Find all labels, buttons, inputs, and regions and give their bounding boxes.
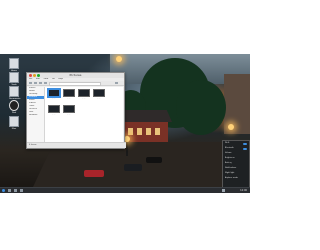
file-manager-window[interactable]: Pictures File Edit View Go Help Places H… [26,72,126,149]
menu-file[interactable]: File [29,78,32,80]
window-title: Pictures [69,73,82,77]
file-item[interactable]: wallpaper3 [77,89,91,103]
desktop-icon-documents[interactable]: Documents [9,86,20,100]
image-thumbnail [63,89,75,97]
wallpaper-light [116,56,122,62]
status-bar: 6 items [27,142,126,148]
sidebar-item-network[interactable]: Network [27,114,44,117]
clock[interactable]: 12:00 [240,188,247,193]
toolbar [27,81,124,86]
location-bar[interactable] [49,82,101,86]
menu-go[interactable]: Go [52,78,55,80]
wallpaper-car [124,164,142,171]
search-icon[interactable] [115,82,118,84]
file-item[interactable]: wallpaper6 [62,105,76,119]
file-item[interactable]: wallpaper4 [92,89,106,103]
desktop-icon-trash[interactable]: Trash [9,72,19,86]
wallpaper-car [146,157,162,163]
quick-setting-row[interactable]: Airplane mode [223,176,249,181]
desktop-icon-home[interactable]: Home [9,58,19,72]
network-icon[interactable] [222,189,225,192]
image-thumbnail [78,89,90,97]
desktop-icon-files[interactable]: Files [9,116,19,130]
terminal-taskbar-icon[interactable] [20,189,23,192]
image-thumbnail [48,105,60,113]
image-thumbnail [93,89,105,97]
taskbar: 12:00 [0,187,250,193]
file-grid: wallpaper1 wallpaper2 wallpaper3 wallpap… [45,87,123,142]
refresh-icon[interactable] [44,82,47,84]
menu-view[interactable]: View [44,78,49,80]
wallpaper-red-building [120,110,172,144]
image-thumbnail [48,89,60,97]
wallpaper-tree [176,80,226,135]
desktop-icon-disk[interactable]: Disk [9,100,19,114]
browser-taskbar-icon[interactable] [14,189,17,192]
file-item[interactable]: wallpaper1 [47,89,61,103]
quick-settings-popup: Wi-Fi Bluetooth Volume Brightness Batter… [222,140,250,188]
back-icon[interactable] [29,82,32,84]
wallpaper-car [84,170,104,177]
up-icon[interactable] [39,82,42,84]
file-item[interactable]: wallpaper2 [62,89,76,103]
menu-help[interactable]: Help [58,78,63,80]
file-item[interactable]: wallpaper5 [47,105,61,119]
sidebar: Places Home Desktop Pictures Music Video… [27,87,45,142]
window-titlebar[interactable]: Pictures [27,73,124,78]
file-manager-taskbar-icon[interactable] [8,189,11,192]
toggle[interactable] [243,147,247,150]
start-menu-icon[interactable] [2,189,5,192]
wallpaper-light [228,124,234,130]
image-thumbnail [63,105,75,113]
menu-edit[interactable]: Edit [36,78,40,80]
toggle[interactable] [243,142,247,145]
forward-icon[interactable] [34,82,37,84]
